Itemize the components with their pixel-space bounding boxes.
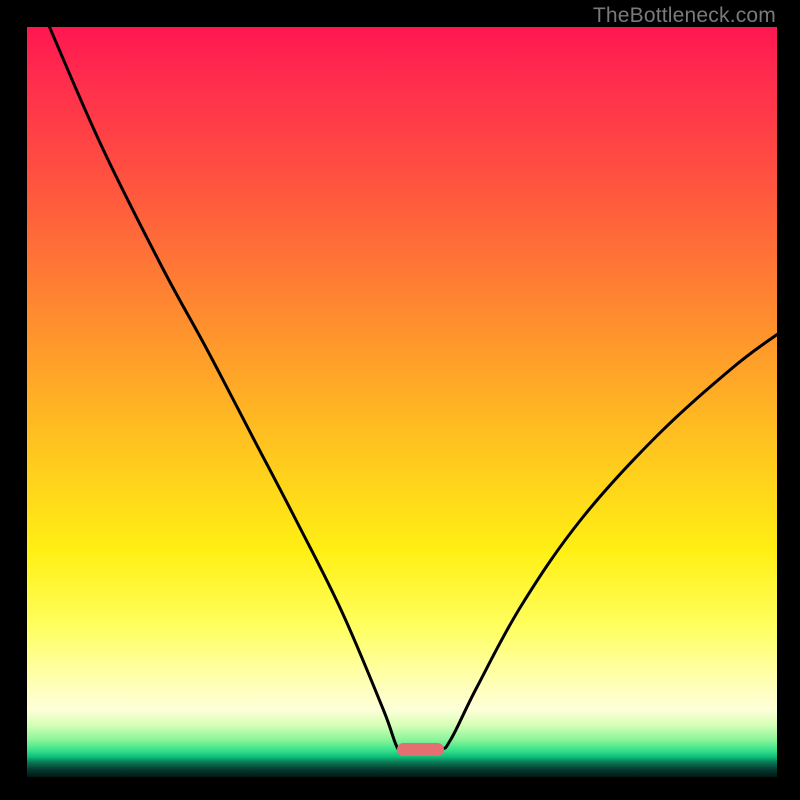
bottleneck-curve [27, 27, 777, 777]
curve-path [50, 27, 778, 752]
plot-area [27, 27, 777, 777]
watermark-text: TheBottleneck.com [593, 4, 776, 28]
chart-frame: TheBottleneck.com [0, 0, 800, 800]
optimum-marker [397, 743, 444, 756]
